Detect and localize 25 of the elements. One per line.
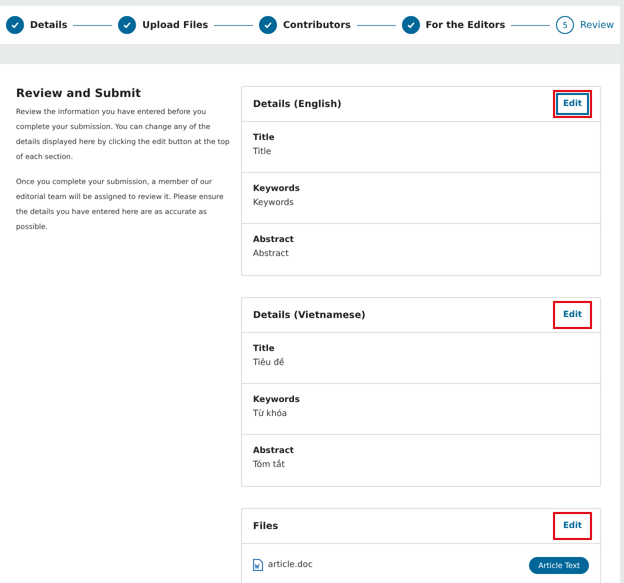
card-title: Files — [253, 520, 278, 532]
field-value: Từ khóa — [253, 409, 288, 419]
step-tab[interactable]: Contributors — [283, 20, 351, 30]
section-heading: Review and Submit — [16, 86, 142, 100]
document-icon — [253, 559, 263, 571]
step-tab[interactable]: Details — [30, 20, 68, 30]
field-value: Title — [253, 147, 272, 157]
edit-button[interactable]: Edit — [556, 93, 589, 115]
field-label: Keywords — [253, 184, 301, 194]
step-tab[interactable]: Upload Files — [142, 20, 208, 30]
field-value: Tiêu đề — [253, 358, 286, 368]
field-label: Title — [253, 344, 276, 354]
step-tab[interactable]: For the Editors — [426, 20, 506, 30]
file-name[interactable]: article.doc — [268, 560, 313, 570]
field-value: Tóm tắt — [253, 460, 286, 470]
card-title: Details (English) — [253, 98, 342, 110]
field-label: Keywords — [253, 395, 301, 405]
field-value: Abstract — [253, 249, 290, 259]
field-value: Keywords — [253, 198, 295, 208]
field-label: Abstract — [253, 446, 295, 456]
step-number: 5 — [556, 16, 574, 34]
field-label: Title — [253, 133, 276, 143]
step-tab[interactable]: Review — [580, 20, 614, 30]
card-title: Details (Vietnamese) — [253, 310, 366, 320]
field-label: Abstract — [253, 235, 295, 245]
